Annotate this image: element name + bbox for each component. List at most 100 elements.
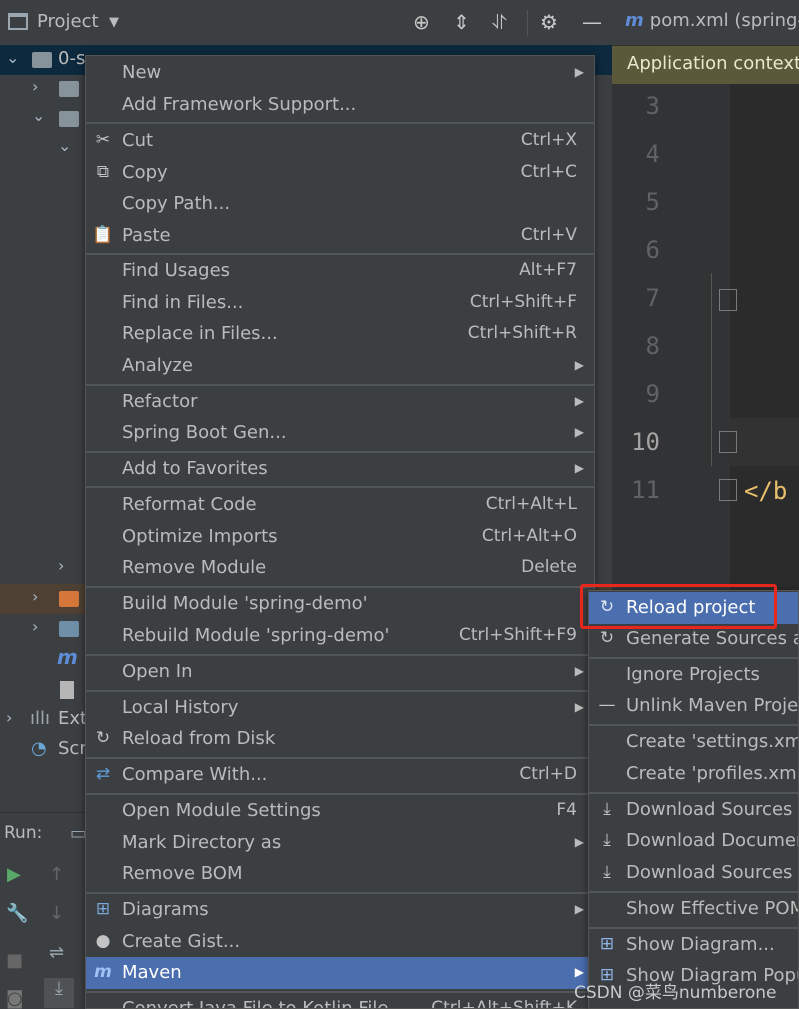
code-closing-tag: </b — [744, 477, 788, 505]
menu-item-reload-from-disk[interactable]: ↻ Reload from Disk — [86, 723, 594, 755]
submenu-arrow-icon: ▶ — [574, 835, 584, 849]
fold-marker-icon[interactable] — [719, 479, 737, 501]
expand-all-icon[interactable]: ⇕ — [453, 10, 470, 34]
menu-item-build-module[interactable]: Build Module 'spring-demo' — [86, 588, 594, 620]
library-icon: ıllı — [30, 708, 51, 729]
submenu-arrow-icon: ▶ — [574, 394, 584, 408]
maven-file-icon: m — [625, 10, 644, 31]
menu-item-paste[interactable]: 📋 Paste Ctrl+V — [86, 220, 594, 252]
run-icon[interactable]: ▶ — [7, 864, 21, 885]
chevron-down-icon[interactable]: ⌄ — [58, 136, 71, 155]
maven-file-icon: m — [57, 645, 78, 669]
chevron-right-icon[interactable]: › — [32, 77, 38, 96]
compare-icon: ⇄ — [95, 764, 111, 784]
application-context-banner[interactable]: Application context — [612, 46, 799, 84]
chevron-down-icon[interactable]: ⌄ — [6, 48, 19, 67]
menu-item-analyze[interactable]: Analyze ▶ — [86, 350, 594, 382]
menu-item-spring-boot-gen[interactable]: Spring Boot Gen... ▶ — [86, 417, 594, 449]
diagram-icon: ⊞ — [599, 934, 615, 954]
menu-separator — [86, 486, 594, 488]
soft-wrap-icon[interactable]: ⇌ — [49, 942, 64, 963]
copy-icon: ⧉ — [96, 162, 110, 182]
submenu-item-create-profiles-xml[interactable]: Create 'profiles.xml' — [589, 758, 798, 790]
menu-item-copy-path[interactable]: Copy Path... — [86, 188, 594, 220]
menu-item-mark-directory-as[interactable]: Mark Directory as ▶ — [86, 827, 594, 859]
diagram-icon: ⊞ — [95, 899, 111, 919]
maven-submenu: ↻ Reload project ↻ Generate Sources an I… — [588, 590, 799, 1009]
editor-tab-pom[interactable]: m pom.xml (spring- — [625, 10, 799, 31]
menu-item-rebuild-module[interactable]: Rebuild Module 'spring-demo' Ctrl+Shift+… — [86, 620, 594, 652]
arrow-up-icon[interactable]: ↑ — [49, 864, 64, 885]
menu-item-add-framework-support[interactable]: Add Framework Support... — [86, 89, 594, 121]
submenu-item-show-diagram[interactable]: ⊞ Show Diagram... — [589, 929, 798, 961]
application-context-text: Application context — [627, 53, 799, 74]
menu-item-optimize-imports[interactable]: Optimize Imports Ctrl+Alt+O — [86, 521, 594, 553]
line-number: 9 — [645, 380, 660, 408]
menu-item-remove-bom[interactable]: Remove BOM — [86, 858, 594, 890]
chevron-down-icon[interactable]: ⌄ — [32, 106, 45, 125]
gear-icon[interactable]: ⚙ — [540, 10, 558, 34]
submenu-item-unlink-maven-projects[interactable]: — Unlink Maven Projec — [589, 690, 799, 722]
generate-sources-icon: ↻ — [599, 628, 615, 648]
menu-item-open-in[interactable]: Open In ▶ — [86, 656, 594, 688]
menu-item-replace-in-files[interactable]: Replace in Files... Ctrl+Shift+R — [86, 318, 594, 350]
project-window-icon — [8, 13, 28, 30]
fold-marker-icon[interactable] — [719, 431, 737, 453]
header-divider — [527, 10, 528, 36]
menu-item-maven[interactable]: m Maven ▶ — [86, 957, 594, 989]
arrow-down-icon[interactable]: ↓ — [49, 903, 64, 924]
folder-icon — [59, 111, 79, 127]
menu-item-convert-java-to-kotlin[interactable]: Convert Java File to Kotlin File Ctrl+Al… — [86, 993, 594, 1008]
menu-item-open-module-settings[interactable]: Open Module Settings F4 — [86, 795, 594, 827]
minimize-icon[interactable]: — — [582, 10, 602, 34]
chevron-right-icon[interactable]: › — [58, 556, 64, 575]
menu-item-cut[interactable]: ✂ Cut Ctrl+X — [86, 125, 594, 157]
chevron-right-icon[interactable]: › — [6, 708, 12, 727]
minus-icon: — — [598, 695, 616, 715]
excluded-folder-icon — [59, 591, 79, 607]
menu-item-remove-module[interactable]: Remove Module Delete — [86, 552, 594, 584]
menu-item-new[interactable]: New ▶ — [86, 57, 594, 89]
submenu-item-generate-sources[interactable]: ↻ Generate Sources an — [589, 623, 798, 655]
collapse-all-icon[interactable]: ⥯ — [492, 10, 507, 34]
submenu-item-download-sources[interactable]: ⤓ Download Sources — [589, 794, 798, 826]
menu-item-find-usages[interactable]: Find Usages Alt+F7 — [86, 255, 594, 287]
current-line-highlight — [730, 418, 799, 466]
chevron-right-icon[interactable]: › — [32, 617, 38, 636]
menu-item-copy[interactable]: ⧉ Copy Ctrl+C — [86, 157, 594, 189]
editor-tab-label: pom.xml (spring- — [649, 10, 799, 31]
menu-item-create-gist[interactable]: ● Create Gist... — [86, 926, 594, 958]
submenu-item-create-settings-xml[interactable]: Create 'settings.xml' — [589, 726, 798, 758]
download-icon: ⤓ — [603, 862, 611, 882]
menu-item-local-history[interactable]: Local History ▶ — [86, 692, 594, 724]
submenu-item-show-effective-pom[interactable]: Show Effective POM — [589, 893, 798, 925]
submenu-item-ignore-projects[interactable]: Ignore Projects — [589, 659, 798, 691]
submenu-arrow-icon: ▶ — [574, 425, 584, 439]
scroll-to-end-icon[interactable]: ⤓ — [44, 978, 74, 1008]
camera-icon[interactable]: ◙ — [6, 988, 23, 1009]
submenu-item-reload-project[interactable]: ↻ Reload project — [589, 592, 798, 624]
menu-item-diagrams[interactable]: ⊞ Diagrams ▶ — [86, 894, 594, 926]
submenu-item-download-documentation[interactable]: ⤓ Download Documen — [589, 825, 798, 857]
menu-item-refactor[interactable]: Refactor ▶ — [86, 386, 594, 418]
menu-item-find-in-files[interactable]: Find in Files... Ctrl+Shift+F — [86, 287, 594, 319]
github-icon: ● — [95, 931, 111, 951]
run-label: Run: — [4, 823, 43, 843]
chevron-right-icon[interactable]: › — [32, 587, 38, 606]
download-icon: ⤓ — [603, 830, 611, 850]
locate-icon[interactable]: ⊕ — [413, 10, 430, 34]
menu-item-add-to-favorites[interactable]: Add to Favorites ▶ — [86, 453, 594, 485]
line-number: 7 — [645, 284, 660, 312]
line-number: 6 — [645, 236, 660, 264]
fold-marker-icon[interactable] — [719, 289, 737, 311]
stop-icon[interactable]: ■ — [6, 950, 23, 971]
submenu-item-download-sources-and-docs[interactable]: ⤓ Download Sources a — [589, 857, 798, 889]
project-panel-title[interactable]: Project — [37, 11, 99, 32]
menu-item-reformat-code[interactable]: Reformat Code Ctrl+Alt+L — [86, 489, 594, 521]
line-number: 8 — [645, 332, 660, 360]
fold-guide — [711, 273, 712, 466]
chevron-down-icon[interactable]: ▼ — [109, 15, 119, 30]
external-libraries-label: Ext — [58, 708, 88, 729]
menu-item-compare-with[interactable]: ⇄ Compare With... Ctrl+D — [86, 759, 594, 791]
wrench-icon[interactable]: 🔧 — [6, 903, 28, 924]
